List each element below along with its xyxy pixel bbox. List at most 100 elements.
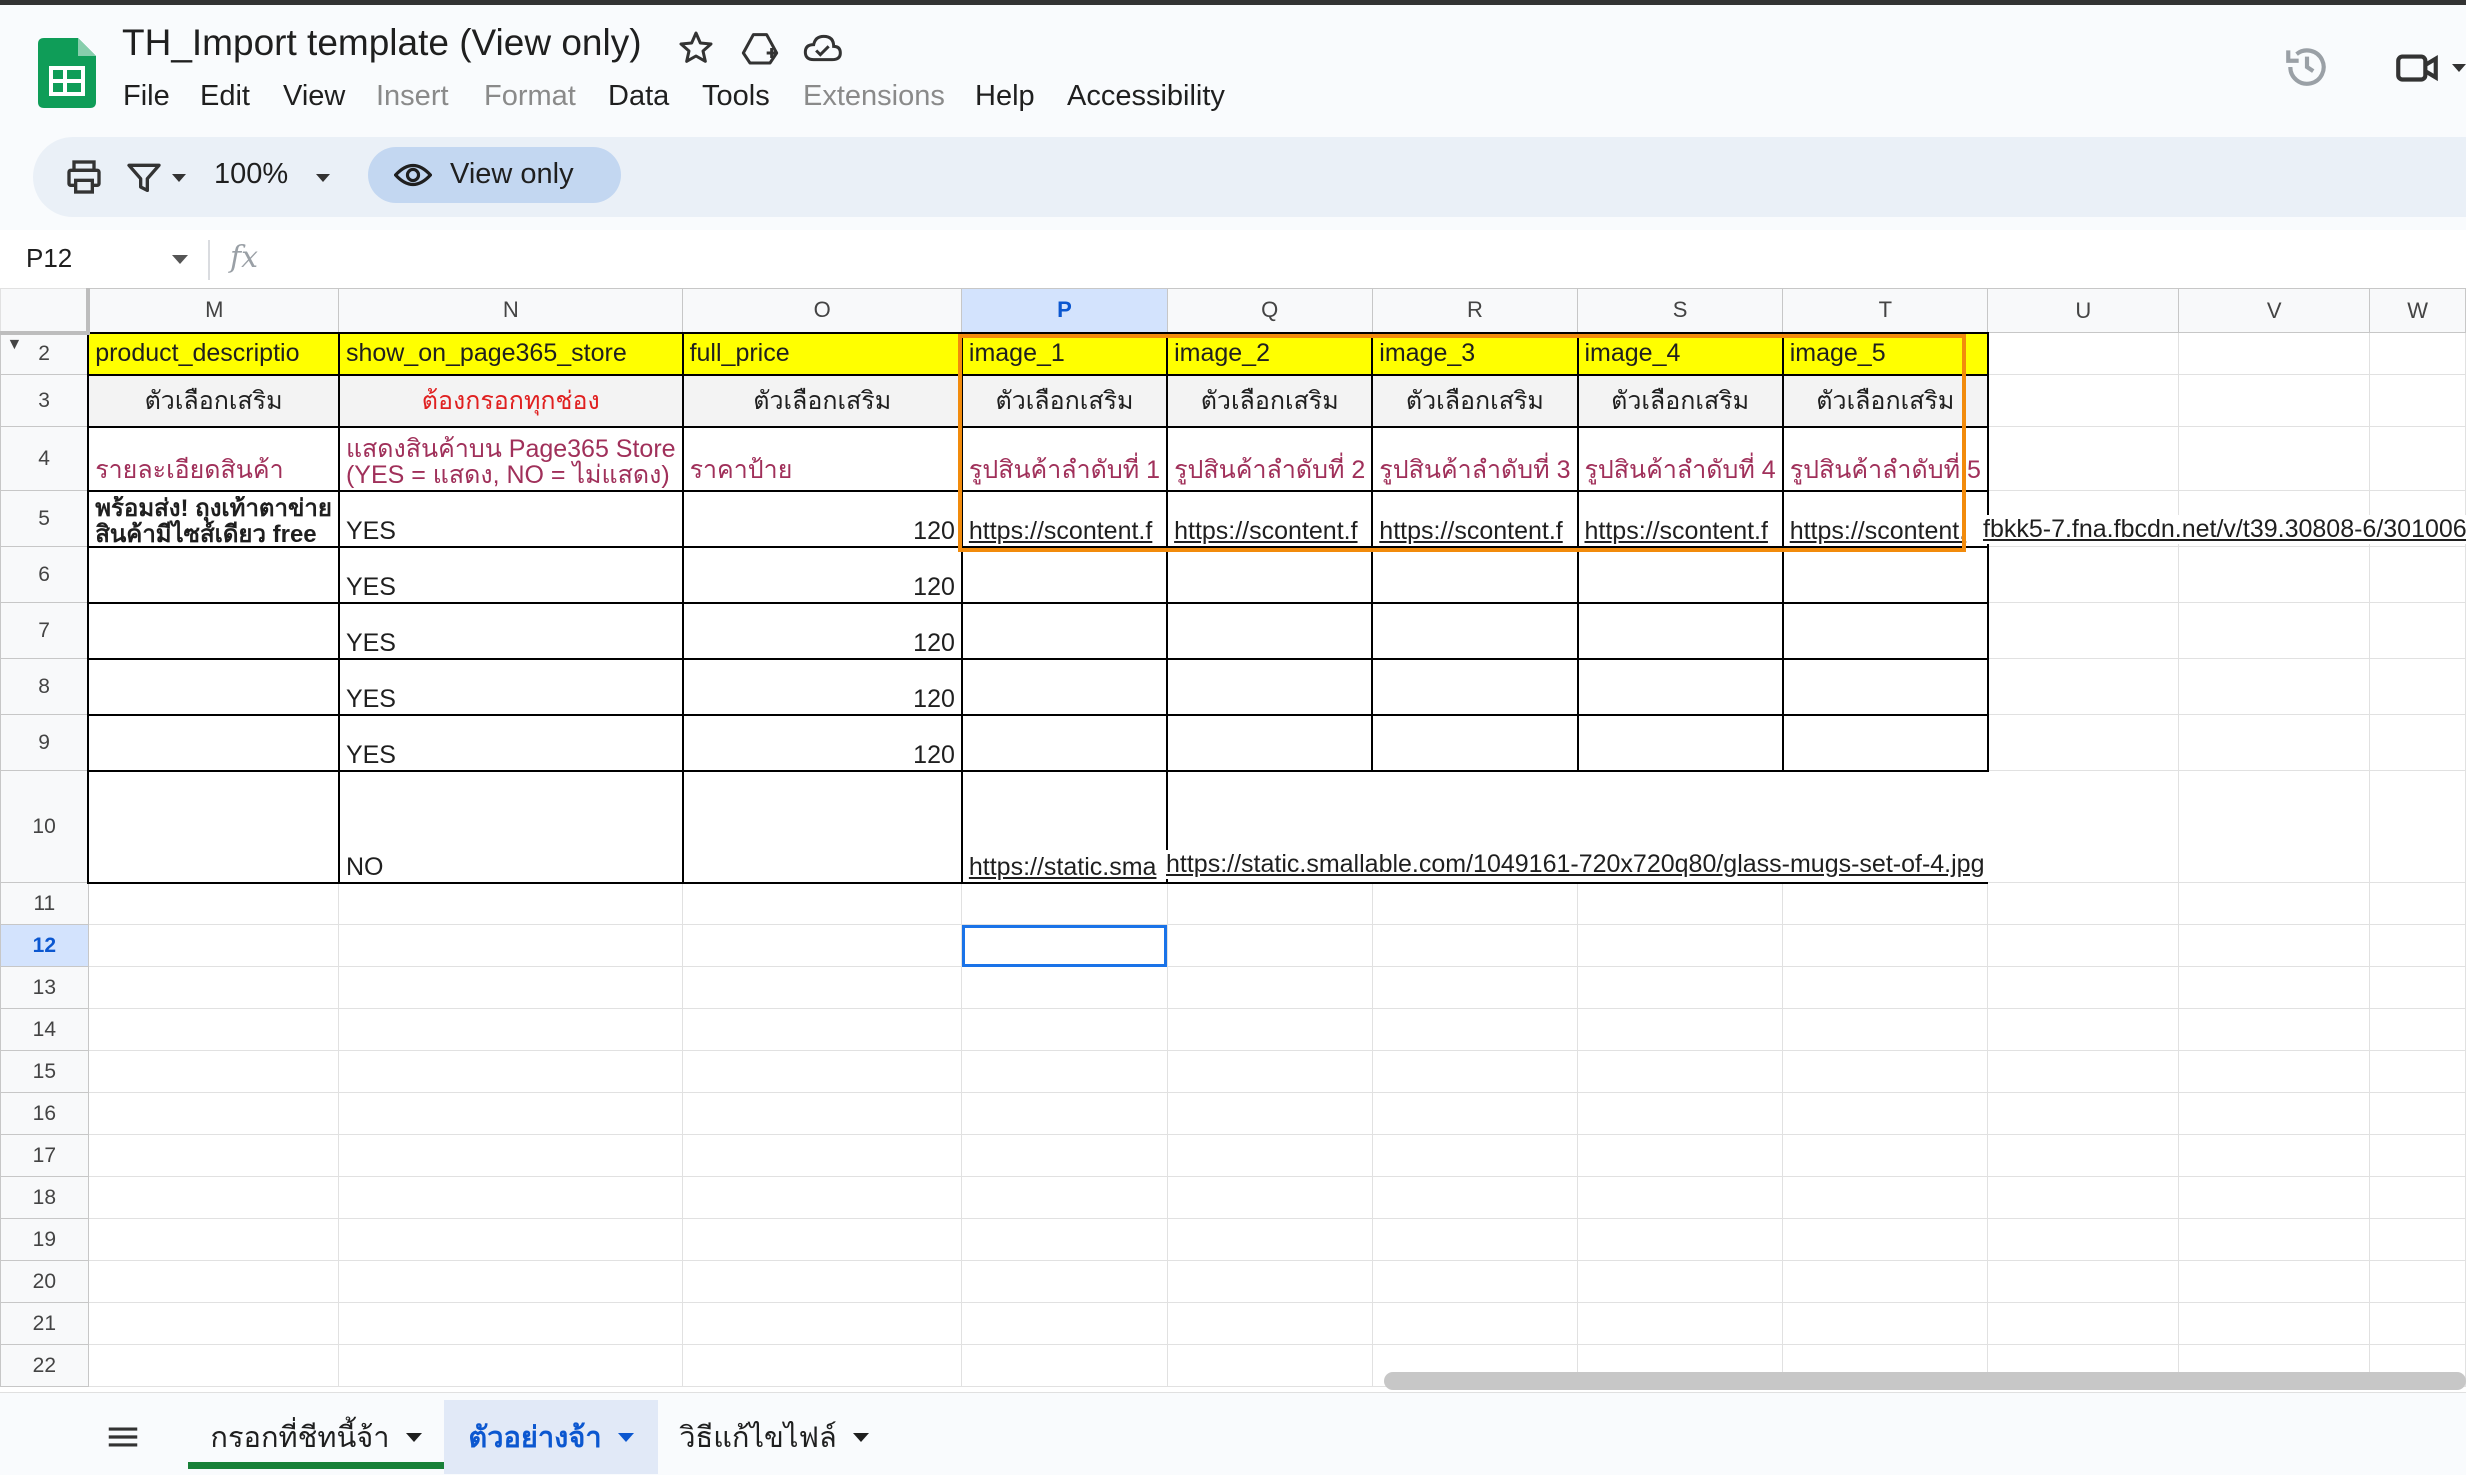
cell[interactable]: [1576, 1008, 1784, 1051]
col-header-t[interactable]: T: [1782, 288, 1989, 333]
cell[interactable]: 120: [681, 489, 963, 548]
cell[interactable]: [1576, 966, 1784, 1009]
cell[interactable]: [682, 1218, 963, 1261]
cell[interactable]: [1782, 1176, 1989, 1219]
print-icon[interactable]: [64, 157, 104, 197]
cell[interactable]: [338, 1260, 684, 1303]
zoom-select[interactable]: 100%: [214, 158, 288, 191]
cell[interactable]: [1576, 1260, 1784, 1303]
cell[interactable]: [961, 1260, 1168, 1303]
cell[interactable]: product_descriptio: [87, 331, 340, 376]
cell[interactable]: [338, 1134, 684, 1177]
row-header[interactable]: 22: [0, 1344, 89, 1387]
cell[interactable]: [1371, 882, 1579, 925]
cell[interactable]: ตัวเลือกเสริม: [681, 373, 963, 428]
version-history-icon[interactable]: [2282, 42, 2332, 92]
cell[interactable]: [2369, 714, 2466, 771]
cell[interactable]: [87, 1134, 340, 1177]
cell[interactable]: [2369, 426, 2466, 491]
cell[interactable]: [682, 966, 963, 1009]
cell[interactable]: [2369, 1260, 2466, 1303]
cell[interactable]: [2369, 770, 2466, 883]
cell[interactable]: [1987, 658, 2180, 715]
cell[interactable]: https://static.sma: [960, 769, 1169, 884]
cell[interactable]: [961, 1344, 1168, 1387]
cell[interactable]: [1782, 1218, 1989, 1261]
cell[interactable]: [1576, 1176, 1784, 1219]
cell[interactable]: [87, 545, 340, 604]
cell[interactable]: https://scontent.: [1781, 489, 1989, 548]
cell[interactable]: [1987, 882, 2180, 925]
cell[interactable]: [1166, 1260, 1373, 1303]
cell[interactable]: [2369, 882, 2466, 925]
cell[interactable]: YES: [337, 713, 684, 772]
cell[interactable]: https://scontent.f: [1166, 489, 1374, 548]
menu-tools[interactable]: Tools: [702, 80, 770, 113]
cell[interactable]: [1166, 1008, 1373, 1051]
cell[interactable]: ตัวเลือกเสริม: [1166, 373, 1374, 428]
cell[interactable]: [2178, 426, 2371, 491]
cell[interactable]: [1576, 1134, 1784, 1177]
document-title[interactable]: TH_Import template (View only): [122, 22, 642, 64]
cell[interactable]: [1166, 1302, 1373, 1345]
cell[interactable]: [1166, 713, 1374, 772]
col-header-s[interactable]: S: [1576, 288, 1784, 333]
menu-view[interactable]: View: [283, 80, 345, 113]
spreadsheet-grid[interactable]: M N O P Q R S T U V W ▼ 2 product_descrip…: [0, 288, 2466, 1392]
cell[interactable]: image_2: [1166, 331, 1374, 376]
cell[interactable]: image_5: [1781, 331, 1989, 376]
cell[interactable]: [961, 1008, 1168, 1051]
cell[interactable]: [87, 1344, 340, 1387]
cell[interactable]: [2178, 1176, 2371, 1219]
cell[interactable]: [2369, 1092, 2466, 1135]
chevron-down-icon[interactable]: [617, 1432, 634, 1442]
cell[interactable]: [87, 1176, 340, 1219]
cell[interactable]: [682, 1176, 963, 1219]
cell[interactable]: [2369, 924, 2466, 967]
cell[interactable]: [1166, 601, 1374, 660]
cell[interactable]: [1371, 1134, 1579, 1177]
all-sheets-menu-icon[interactable]: [104, 1420, 142, 1454]
cell[interactable]: [1166, 1344, 1373, 1387]
cell[interactable]: [87, 966, 340, 1009]
cell[interactable]: YES: [337, 601, 684, 660]
cell[interactable]: [1781, 657, 1989, 716]
cell[interactable]: [1576, 657, 1784, 716]
cell[interactable]: [961, 1092, 1168, 1135]
menu-format[interactable]: Format: [484, 80, 576, 113]
cell[interactable]: [1782, 1008, 1989, 1051]
sheet-tab-fix-file[interactable]: วิธีแก้ไขไฟล์: [668, 1400, 880, 1474]
row-header[interactable]: 21: [0, 1302, 89, 1345]
cell[interactable]: [2369, 1008, 2466, 1051]
cell[interactable]: [1782, 882, 1989, 925]
menu-data[interactable]: Data: [608, 80, 669, 113]
cell[interactable]: ตัวเลือกเสริม: [1371, 373, 1579, 428]
sheet-tab-example[interactable]: ตัวอย่างจ้า: [444, 1400, 658, 1474]
cell[interactable]: [2178, 1134, 2371, 1177]
selected-cell-p12[interactable]: [961, 924, 1168, 967]
cell[interactable]: [1371, 1092, 1579, 1135]
cell[interactable]: [1576, 1050, 1784, 1093]
cell[interactable]: [87, 924, 340, 967]
meet-dropdown-icon[interactable]: [2452, 64, 2466, 72]
cell[interactable]: [1782, 1260, 1989, 1303]
cell[interactable]: [1166, 657, 1374, 716]
cell[interactable]: [2178, 546, 2371, 603]
cell[interactable]: [1576, 601, 1784, 660]
cell[interactable]: [338, 924, 684, 967]
cell[interactable]: [1987, 1008, 2180, 1051]
cell[interactable]: [1371, 1050, 1579, 1093]
sheets-logo-icon[interactable]: [38, 38, 96, 108]
row-header[interactable]: 4: [0, 426, 89, 491]
row-header[interactable]: 14: [0, 1008, 89, 1051]
cell[interactable]: [1781, 713, 1989, 772]
cell[interactable]: [2178, 332, 2371, 375]
cell[interactable]: 120: [681, 601, 963, 660]
cell[interactable]: [1987, 1134, 2180, 1177]
cell[interactable]: ตัวเลือกเสริม: [1576, 373, 1784, 428]
cell[interactable]: [1166, 966, 1373, 1009]
cell[interactable]: [2369, 602, 2466, 659]
cell[interactable]: full_price: [681, 331, 963, 376]
cell[interactable]: [2369, 1302, 2466, 1345]
col-header-w[interactable]: W: [2369, 288, 2466, 333]
